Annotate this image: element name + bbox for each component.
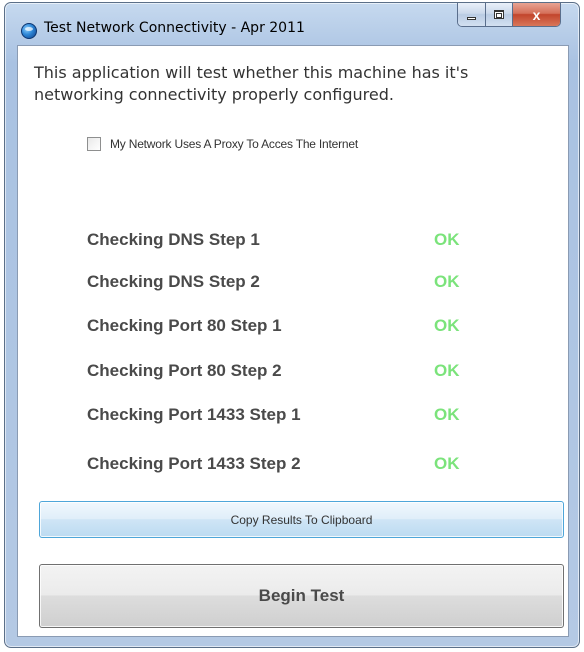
status-ok: OK [434, 454, 460, 473]
maximize-icon [494, 10, 504, 19]
proxy-checkbox[interactable] [87, 137, 101, 151]
close-icon: x [532, 6, 541, 23]
status-ok: OK [434, 361, 460, 380]
check-row-port1433-1: Checking Port 1433 Step 1 OK [87, 405, 507, 429]
status-ok: OK [434, 230, 460, 249]
check-row-port1433-2: Checking Port 1433 Step 2 OK [87, 454, 507, 478]
title-bar[interactable]: Test Network Connectivity - Apr 2011 x [5, 3, 579, 45]
maximize-button[interactable] [486, 3, 513, 26]
minimize-button[interactable] [458, 3, 486, 26]
check-label: Checking Port 80 Step 1 [87, 316, 282, 335]
check-label: Checking Port 80 Step 2 [87, 361, 282, 380]
check-label: Checking Port 1433 Step 1 [87, 405, 301, 424]
status-ok: OK [434, 272, 460, 291]
caption-buttons: x [457, 3, 561, 27]
status-ok: OK [434, 316, 460, 335]
copy-results-button[interactable]: Copy Results To Clipboard [39, 501, 564, 538]
proxy-option[interactable]: My Network Uses A Proxy To Acces The Int… [87, 137, 358, 151]
check-label: Checking DNS Step 1 [87, 230, 260, 249]
minimize-icon [467, 16, 476, 20]
check-row-port80-1: Checking Port 80 Step 1 OK [87, 316, 507, 340]
client-area: This application will test whether this … [17, 45, 569, 637]
check-row-dns-1: Checking DNS Step 1 OK [87, 230, 507, 254]
check-label: Checking Port 1433 Step 2 [87, 454, 301, 473]
close-button[interactable]: x [513, 3, 560, 26]
check-row-dns-2: Checking DNS Step 2 OK [87, 272, 507, 296]
globe-icon [21, 23, 37, 39]
check-label: Checking DNS Step 2 [87, 272, 260, 291]
window-title: Test Network Connectivity - Apr 2011 [44, 20, 305, 36]
begin-test-button[interactable]: Begin Test [39, 564, 564, 628]
intro-text: This application will test whether this … [34, 63, 469, 104]
proxy-checkbox-label[interactable]: My Network Uses A Proxy To Acces The Int… [110, 137, 358, 151]
check-row-port80-2: Checking Port 80 Step 2 OK [87, 361, 507, 385]
status-ok: OK [434, 405, 460, 424]
application-window: Test Network Connectivity - Apr 2011 x T… [4, 2, 580, 648]
